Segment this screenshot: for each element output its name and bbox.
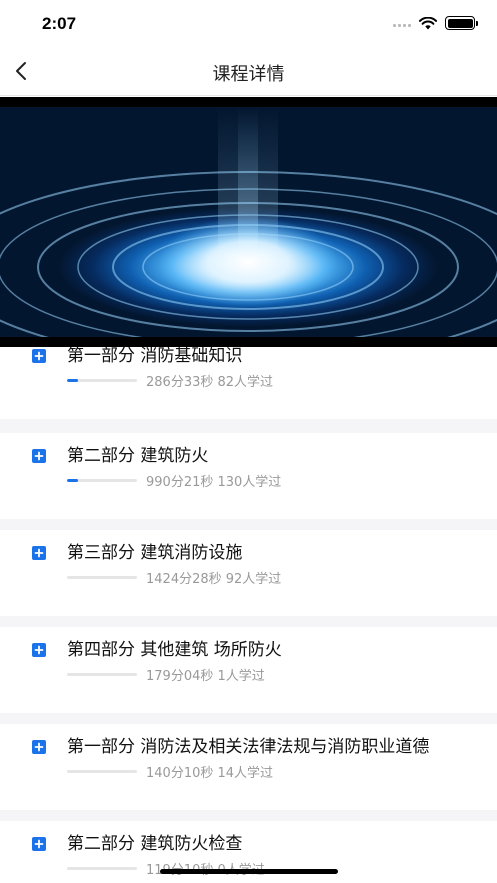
lesson-title: 第四部分 其他建筑 场所防火 xyxy=(67,640,282,660)
lesson-progress-fill xyxy=(67,379,78,382)
lesson-progress-bar xyxy=(67,673,137,676)
lesson-title: 第一部分 消防法及相关法律法规与消防职业道德 xyxy=(67,737,430,757)
lesson-meta: 990分21秒 130人学过 xyxy=(146,475,282,490)
lesson-progress-bar xyxy=(67,770,137,773)
lesson-meta: 1424分28秒 92人学过 xyxy=(146,572,282,587)
status-time: 2:07 xyxy=(42,14,77,33)
video-thumbnail xyxy=(0,107,497,337)
lesson-progress-bar xyxy=(67,576,137,579)
battery-icon xyxy=(445,16,478,30)
plus-square-icon[interactable] xyxy=(32,449,46,463)
status-bar: 2:07 xyxy=(0,0,497,46)
lesson-progress-fill xyxy=(67,479,78,482)
nav-bar: 课程详情 xyxy=(0,46,497,96)
lesson-title: 第三部分 建筑消防设施 xyxy=(67,543,243,563)
home-indicator xyxy=(160,869,338,874)
lesson-meta: 179分04秒 1人学过 xyxy=(146,669,265,684)
plus-square-icon[interactable] xyxy=(32,837,46,851)
status-icons xyxy=(393,16,478,30)
plus-square-icon[interactable] xyxy=(32,349,46,363)
plus-square-icon[interactable] xyxy=(32,643,46,657)
lesson-progress-bar xyxy=(67,379,137,382)
plus-square-icon[interactable] xyxy=(32,546,46,560)
lesson-title: 第一部分 消防基础知识 xyxy=(67,347,243,366)
lesson-meta: 286分33秒 82人学过 xyxy=(146,375,274,390)
page-title: 课程详情 xyxy=(212,64,285,85)
lesson-item[interactable]: 第四部分 其他建筑 场所防火 179分04秒 1人学过 xyxy=(0,627,497,713)
lesson-item[interactable]: 第一部分 消防法及相关法律法规与消防职业道德 140分10秒 14人学过 xyxy=(0,724,497,810)
lesson-item[interactable]: 第二部分 建筑防火 990分21秒 130人学过 xyxy=(0,433,497,519)
video-player[interactable] xyxy=(0,97,497,347)
signal-icon xyxy=(393,19,411,27)
lesson-progress-bar xyxy=(67,867,137,870)
lesson-meta: 140分10秒 14人学过 xyxy=(146,766,274,781)
lesson-title: 第二部分 建筑防火检查 xyxy=(67,834,243,854)
lesson-progress-bar xyxy=(67,479,137,482)
lesson-list: 第一部分 消防基础知识 286分33秒 82人学过第二部分 建筑防火 990分21秒… xyxy=(0,347,497,883)
lesson-title: 第二部分 建筑防火 xyxy=(67,446,209,466)
lesson-item[interactable]: 第三部分 建筑消防设施 1424分28秒 92人学过 xyxy=(0,530,497,616)
lesson-item[interactable]: 第一部分 消防基础知识 286分33秒 82人学过 xyxy=(0,347,497,419)
wifi-icon xyxy=(419,16,437,29)
plus-square-icon[interactable] xyxy=(32,740,46,754)
